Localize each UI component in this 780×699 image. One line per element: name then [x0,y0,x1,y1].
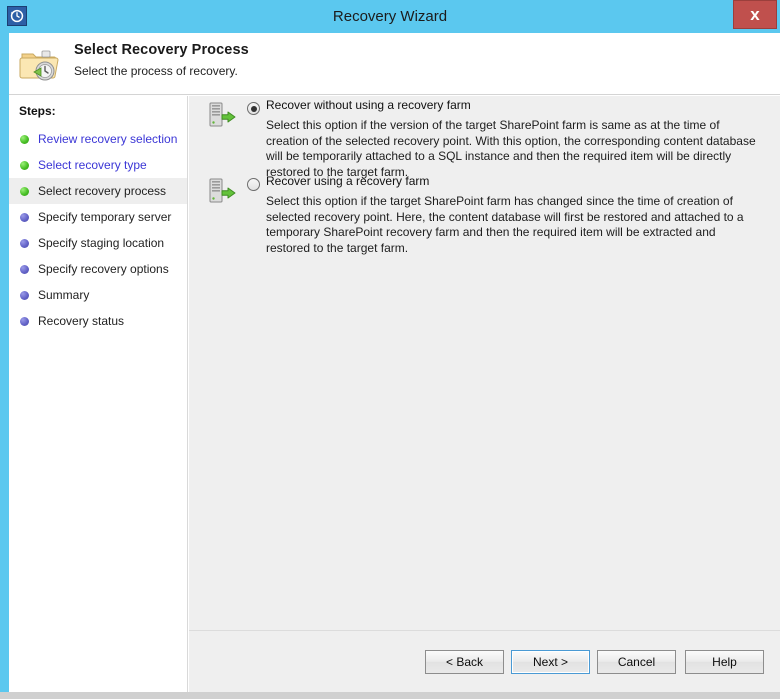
step-label: Select recovery type [38,158,147,172]
radio-recover-using-farm[interactable] [247,178,260,191]
sidebar-item-review-recovery-selection[interactable]: Review recovery selection [9,126,187,152]
radio-selected-dot [250,105,257,112]
wizard-header: Select Recovery Process Select the proce… [9,33,780,95]
cancel-button[interactable]: Cancel [597,650,676,674]
page-subtitle: Select the process of recovery. [74,64,238,78]
option-description: Select this option if the target SharePo… [266,194,744,255]
sidebar-item-specify-recovery-options[interactable]: Specify recovery options [9,256,187,282]
step-label: Select recovery process [38,184,167,198]
folder-clock-icon [19,45,59,83]
step-bullet-icon [20,212,29,222]
step-label: Specify temporary server [38,210,172,224]
wizard-button-bar: < Back Next > Cancel Help [189,630,780,692]
client-area: Select Recovery Process Select the proce… [9,33,780,692]
option-description: Select this option if the version of the… [266,118,756,179]
recovery-wizard-window: Recovery Wizard x Select Recovery Proces… [0,0,780,699]
step-bullet-icon [20,290,29,300]
step-label: Review recovery selection [38,132,178,146]
step-bullet-icon [20,316,29,326]
page-title: Select Recovery Process [74,42,249,58]
main-panel: Recover without using a recovery farm Se… [189,96,780,692]
step-bullet-icon [20,160,29,170]
recovery-process-options: Recover without using a recovery farm Se… [189,96,780,629]
sidebar-item-specify-staging-location[interactable]: Specify staging location [9,230,187,256]
sidebar-item-select-recovery-type[interactable]: Select recovery type [9,152,187,178]
server-restore-icon [207,101,237,131]
sidebar-item-select-recovery-process[interactable]: Select recovery process [9,178,187,204]
step-bullet-icon [20,134,29,144]
window-bottom-border [0,692,780,699]
sidebar-item-recovery-status[interactable]: Recovery status [9,308,187,334]
steps-list: Review recovery selection Select recover… [9,126,187,334]
body-area: Steps: Review recovery selection Select … [9,96,780,692]
steps-sidebar: Steps: Review recovery selection Select … [9,96,188,692]
back-button[interactable]: < Back [425,650,504,674]
step-bullet-icon [20,238,29,248]
title-bar: Recovery Wizard x [0,0,780,33]
server-restore-icon [207,177,237,207]
next-button[interactable]: Next > [511,650,590,674]
step-label: Recovery status [38,314,125,328]
window-title: Recovery Wizard [332,8,448,25]
step-label: Summary [38,288,90,302]
help-button[interactable]: Help [685,650,764,674]
sidebar-item-specify-temporary-server[interactable]: Specify temporary server [9,204,187,230]
option-label: Recover using a recovery farm [266,174,430,188]
option-label: Recover without using a recovery farm [266,98,471,112]
sidebar-item-summary[interactable]: Summary [9,282,187,308]
radio-recover-without-farm[interactable] [247,102,260,115]
step-label: Specify staging location [38,236,165,250]
close-button[interactable]: x [733,0,777,29]
steps-heading: Steps: [19,104,56,118]
step-label: Specify recovery options [38,262,169,276]
step-bullet-icon [20,264,29,274]
step-bullet-icon [20,186,29,196]
